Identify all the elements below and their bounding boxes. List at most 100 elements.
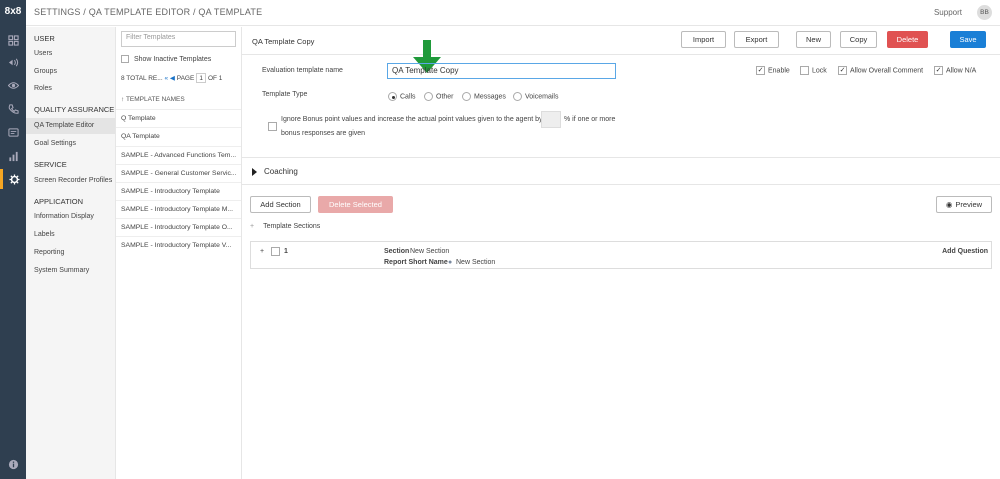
enable-checkbox[interactable]: ✓ Enable (756, 66, 790, 75)
first-page-icon[interactable]: « (164, 75, 168, 82)
template-sections-header[interactable]: + Template Sections (250, 223, 320, 230)
delete-selected-button[interactable]: Delete Selected (318, 196, 393, 213)
import-button[interactable]: Import (681, 31, 726, 48)
nav-item-qa-template-editor[interactable]: QA Template Editor (26, 118, 115, 134)
divider (242, 184, 1000, 185)
expand-icon: + (250, 223, 255, 230)
checkmark-icon: ✓ (756, 66, 765, 75)
add-question-link[interactable]: Add Question (942, 248, 988, 255)
type-other-radio[interactable]: Other (424, 92, 454, 101)
copy-button[interactable]: Copy (840, 31, 877, 48)
avatar[interactable]: BB (977, 5, 992, 20)
top-bar: SETTINGS / QA TEMPLATE EDITOR / QA TEMPL… (26, 0, 1000, 26)
allow-na-checkbox[interactable]: ✓ Allow N/A (934, 66, 976, 75)
radio-unselected (462, 92, 471, 101)
expand-section-icon[interactable]: + (260, 248, 264, 255)
lock-checkbox[interactable]: Lock (800, 66, 827, 75)
divider (242, 157, 1000, 158)
message-icon[interactable] (0, 122, 26, 142)
show-inactive-checkbox[interactable] (121, 55, 129, 63)
section-number: 1 (284, 248, 288, 255)
template-row[interactable]: Q Template (116, 109, 241, 127)
template-type-label: Template Type (262, 91, 308, 98)
nav-item-screen-recorder-profiles[interactable]: Screen Recorder Profiles (34, 177, 112, 184)
app-logo: 8x8 (4, 6, 22, 17)
eval-name-input[interactable]: QA Template Copy (387, 63, 616, 79)
section-name-value[interactable]: New Section (410, 248, 449, 255)
report-short-name-value[interactable]: New Section (456, 259, 495, 266)
nav-item-goal-settings[interactable]: Goal Settings (34, 140, 76, 147)
divider (242, 54, 1000, 55)
eval-name-label: Evaluation template name (262, 67, 343, 74)
support-link[interactable]: Support (934, 8, 962, 17)
template-row[interactable]: SAMPLE - Introductory Template V... (116, 236, 241, 254)
radio-unselected (513, 92, 522, 101)
radio-selected (388, 92, 397, 101)
show-inactive-label: Show Inactive Templates (133, 55, 212, 63)
export-button[interactable]: Export (734, 31, 779, 48)
page-number-input[interactable]: 1 (196, 73, 207, 83)
dashboard-icon[interactable] (0, 30, 26, 50)
nav-item-labels[interactable]: Labels (34, 231, 55, 238)
checkbox-box (800, 66, 809, 75)
add-section-button[interactable]: Add Section (250, 196, 311, 213)
pager: 8 TOTAL RE... « ◀ PAGE 1 OF 1 (121, 73, 222, 83)
info-dot-icon: ● (448, 259, 453, 266)
bonus-text: Ignore Bonus point values and increase t… (281, 116, 543, 123)
template-names-header[interactable]: ↑ TEMPLATE NAMES (121, 96, 185, 103)
nav-section-service: SERVICE (34, 160, 67, 169)
info-icon[interactable] (0, 454, 26, 474)
preview-label: Preview (955, 200, 983, 209)
gear-icon[interactable] (0, 169, 26, 189)
page-of-label: OF 1 (207, 75, 223, 82)
nav-item-information-display[interactable]: Information Display (34, 213, 94, 220)
template-row[interactable]: SAMPLE - Introductory Template O... (116, 218, 241, 236)
type-calls-radio[interactable]: Calls (388, 92, 416, 101)
template-row[interactable]: SAMPLE - General Customer Servic... (116, 164, 241, 182)
template-row[interactable]: SAMPLE - Advanced Functions Tem... (116, 146, 241, 164)
icon-rail: 8x8 (0, 0, 26, 479)
nav-item-roles[interactable]: Roles (34, 85, 52, 92)
nav-item-reporting[interactable]: Reporting (34, 249, 64, 256)
template-row[interactable]: SAMPLE - Introductory Template M... (116, 200, 241, 218)
caret-right-icon (252, 167, 257, 176)
checkmark-icon: ✓ (934, 66, 943, 75)
eye-icon[interactable] (0, 75, 26, 95)
type-messages-radio[interactable]: Messages (462, 92, 506, 101)
allow-overall-comment-checkbox[interactable]: ✓ Allow Overall Comment (838, 66, 923, 75)
eye-icon: ◉ (945, 200, 953, 209)
nav-section-user: USER (34, 34, 55, 43)
nav-item-users[interactable]: Users (34, 50, 52, 57)
voicemails-label: Voicemails (525, 93, 559, 101)
other-label: Other (436, 93, 454, 101)
coaching-toggle[interactable]: Coaching (252, 167, 298, 176)
section-checkbox[interactable] (271, 247, 283, 256)
checkmark-icon: ✓ (838, 66, 847, 75)
save-button[interactable]: Save (950, 31, 986, 48)
template-row[interactable]: SAMPLE - Introductory Template (116, 182, 241, 200)
nav-item-system-summary[interactable]: System Summary (34, 267, 89, 274)
enable-label: Enable (768, 67, 790, 75)
phone-icon[interactable] (0, 99, 26, 119)
type-voicemails-radio[interactable]: Voicemails (513, 92, 558, 101)
coaching-label: Coaching (264, 167, 298, 176)
delete-button[interactable]: Delete (887, 31, 928, 48)
chart-icon[interactable] (0, 146, 26, 166)
filter-templates-input[interactable]: Filter Templates (121, 31, 236, 47)
prev-page-icon[interactable]: ◀ (170, 75, 175, 82)
nav-item-groups[interactable]: Groups (34, 68, 57, 75)
allow-overall-comment-label: Allow Overall Comment (850, 67, 924, 75)
ignore-bonus-checkbox[interactable] (268, 122, 280, 131)
bonus-percent-input[interactable] (541, 111, 561, 128)
show-inactive-toggle[interactable]: Show Inactive Templates (121, 55, 211, 63)
checkbox-box (268, 122, 277, 131)
broadcast-icon[interactable] (0, 52, 26, 72)
lock-label: Lock (812, 67, 827, 75)
new-button[interactable]: New (796, 31, 831, 48)
checkbox-box (271, 247, 280, 256)
breadcrumb: SETTINGS / QA TEMPLATE EDITOR / QA TEMPL… (34, 7, 263, 17)
nav-section-application: APPLICATION (34, 197, 84, 206)
preview-button[interactable]: ◉ Preview (936, 196, 992, 213)
messages-label: Messages (474, 93, 506, 101)
template-row[interactable]: QA Template (116, 127, 241, 145)
